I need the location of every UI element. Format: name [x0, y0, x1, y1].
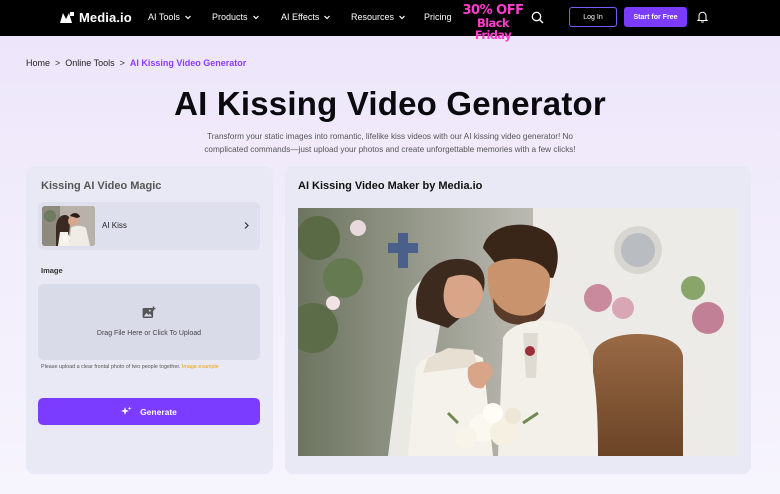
upload-hint: Please upload a clear frontal photo of t… [41, 364, 219, 370]
generate-label: Generate [140, 406, 177, 417]
generator-panel: Kissing AI Video Magic AI Kiss Image Dra… [26, 166, 273, 474]
nav-ai-tools[interactable]: AI Tools [148, 12, 192, 22]
chevron-down-icon [399, 15, 405, 20]
ai-kiss-tool-selector[interactable]: AI Kiss [38, 202, 260, 250]
page-subtitle: Transform your static images into romant… [204, 132, 576, 154]
chevron-down-icon [184, 15, 191, 20]
image-field-label: Image [41, 266, 63, 275]
nav-products[interactable]: Products [212, 12, 260, 22]
breadcrumb-home[interactable]: Home [26, 58, 50, 68]
media-io-logo-icon [60, 11, 74, 24]
image-example-link[interactable]: Image example [182, 364, 219, 370]
breadcrumb-online-tools[interactable]: Online Tools [65, 58, 114, 68]
nav-ai-tools-label: AI Tools [148, 12, 180, 22]
black-friday-promo[interactable]: 30% OFF Black Friday [462, 4, 524, 42]
nav-resources-label: Resources [351, 12, 395, 22]
breadcrumb-separator: > [55, 58, 61, 68]
preview-panel: AI Kissing Video Maker by Media.io [285, 166, 751, 474]
logo[interactable]: Media.io [60, 10, 132, 25]
upload-instruction: Drag File Here or Click To Upload [96, 330, 202, 337]
page-title: AI Kissing Video Generator [174, 85, 606, 122]
ai-kiss-label: AI Kiss [102, 221, 127, 230]
logo-text: Media.io [79, 10, 132, 25]
chevron-right-icon [244, 222, 249, 229]
preview-heading: AI Kissing Video Maker by Media.io [298, 180, 483, 192]
nav-ai-effects-label: AI Effects [281, 12, 320, 22]
search-icon[interactable] [531, 11, 544, 24]
start-for-free-button[interactable]: Start for Free [624, 7, 687, 27]
chevron-down-icon [252, 15, 259, 20]
nav-pricing[interactable]: Pricing [424, 12, 452, 22]
upload-hint-text: Please upload a clear frontal photo of t… [41, 364, 181, 370]
sparkle-icon [121, 406, 132, 415]
nav-resources[interactable]: Resources [351, 12, 406, 22]
couple-kissing-image [298, 208, 738, 456]
promo-event: Black Friday [474, 16, 512, 42]
kissing-video-preview[interactable] [298, 208, 738, 456]
chevron-down-icon [324, 15, 331, 20]
breadcrumb: Home > Online Tools > AI Kissing Video G… [26, 58, 246, 68]
nav-ai-effects[interactable]: AI Effects [281, 12, 331, 22]
image-upload-icon [142, 306, 156, 318]
generator-heading: Kissing AI Video Magic [41, 180, 162, 192]
ai-kiss-thumbnail [42, 206, 95, 246]
image-upload-dropzone[interactable]: Drag File Here or Click To Upload [38, 284, 260, 360]
nav-products-label: Products [212, 12, 248, 22]
generate-button[interactable]: Generate [38, 398, 260, 425]
bell-icon[interactable] [697, 11, 708, 23]
nav-pricing-label: Pricing [424, 12, 452, 22]
breadcrumb-current: AI Kissing Video Generator [129, 58, 247, 68]
breadcrumb-separator: > [119, 58, 125, 68]
top-nav: Media.io AI Tools Products AI Effects Re… [0, 0, 780, 41]
login-button[interactable]: Log In [569, 7, 617, 27]
